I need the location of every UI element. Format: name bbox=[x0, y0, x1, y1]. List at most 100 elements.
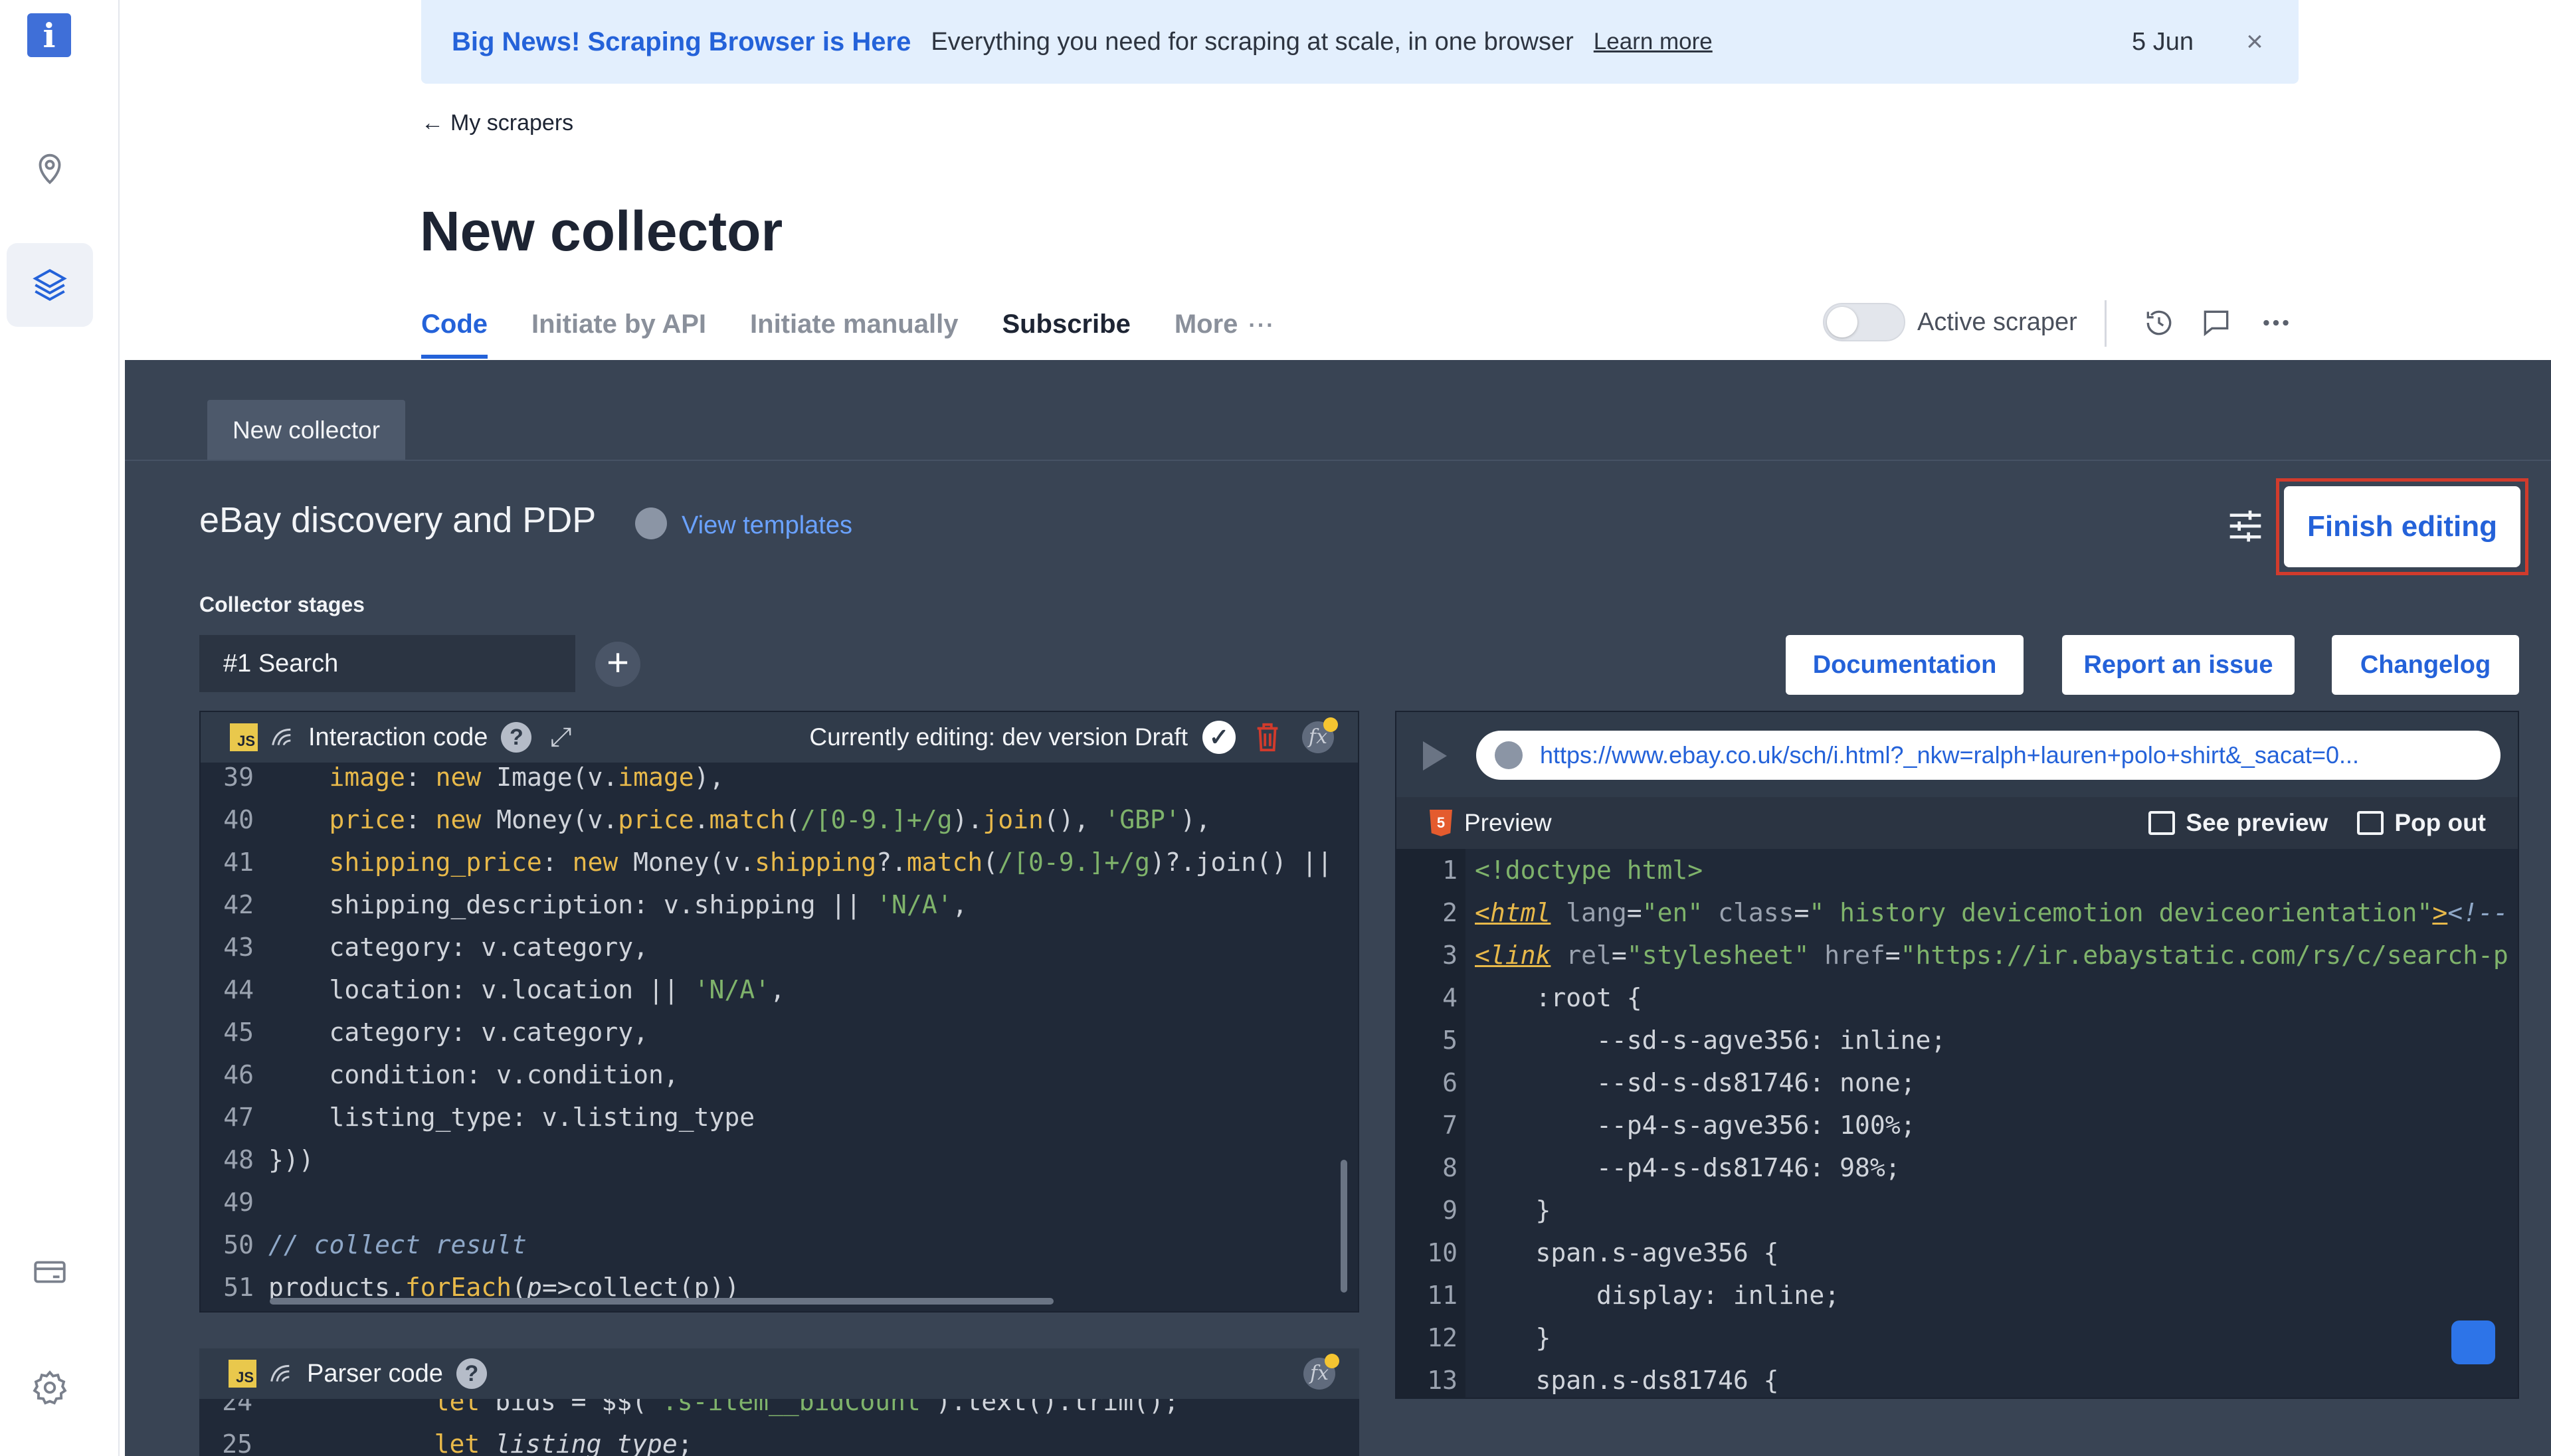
code-line: 5 --sd-s-agve356: inline; bbox=[1396, 1019, 1946, 1061]
wave-icon bbox=[270, 1364, 290, 1382]
code-line: 50 // collect result bbox=[201, 1224, 527, 1266]
info-logo-icon[interactable]: i bbox=[27, 13, 71, 57]
code-text: listing_type: v.listing_type bbox=[268, 1103, 755, 1132]
active-scraper-toggle[interactable] bbox=[1823, 303, 1905, 341]
horizontal-scrollbar[interactable] bbox=[270, 1298, 1054, 1305]
line-number: 5 bbox=[1442, 1026, 1458, 1055]
fx-icon[interactable]: fx bbox=[1302, 717, 1338, 753]
parser-code-editor[interactable]: 24 let bids = $$('.s-item__bidCount').te… bbox=[199, 1399, 1359, 1456]
interaction-code-panel: JS Interaction code ? ⤢ Currently editin… bbox=[199, 711, 1359, 1313]
help-icon[interactable]: ? bbox=[501, 722, 532, 753]
code-text: shipping_price: new Money(v.shipping?.ma… bbox=[329, 848, 1333, 877]
line-number: 9 bbox=[1442, 1196, 1458, 1225]
view-templates-link[interactable]: View templates bbox=[682, 511, 852, 540]
code-line: 47 listing_type: v.listing_type bbox=[201, 1096, 755, 1138]
line-number: 6 bbox=[1442, 1068, 1458, 1097]
url-input[interactable]: https://www.ebay.co.uk/sch/i.html?_nkw=r… bbox=[1476, 731, 2501, 780]
interaction-code-editor[interactable]: 39 image: new Image(v.image), 40 price: n… bbox=[201, 763, 1358, 1311]
tab-initiate-manually[interactable]: Initiate manually bbox=[750, 306, 958, 359]
vertical-scrollbar[interactable] bbox=[1341, 1160, 1347, 1293]
code-text: --sd-s-ds81746: none; bbox=[1475, 1068, 1916, 1097]
code-line: 46 condition: v.condition, bbox=[201, 1053, 679, 1096]
more-options-icon[interactable] bbox=[2257, 304, 2295, 341]
code-line: 11 display: inline; bbox=[1396, 1274, 1840, 1317]
code-text: } bbox=[1475, 1323, 1551, 1352]
preview-title: Preview bbox=[1464, 809, 1552, 836]
preview-html-source[interactable]: 1 <!doctype html> 2 <html lang="en" class="… bbox=[1396, 849, 2518, 1398]
collector-tab[interactable]: New collector bbox=[207, 400, 405, 461]
code-text: span.s-ds81746 { bbox=[1475, 1366, 1779, 1395]
interaction-code-title: Interaction code bbox=[308, 723, 488, 751]
line-number: 48 bbox=[223, 1145, 254, 1174]
location-pin-icon[interactable] bbox=[7, 126, 93, 210]
line-number: 45 bbox=[223, 1018, 254, 1047]
back-to-scrapers-link[interactable]: ← My scrapers bbox=[421, 110, 573, 136]
code-text: location: v.location || 'N/A', bbox=[268, 975, 785, 1004]
tab-code[interactable]: Code bbox=[421, 306, 488, 359]
header-divider bbox=[2105, 300, 2107, 347]
changelog-button[interactable]: Changelog bbox=[2332, 635, 2519, 695]
line-number: 7 bbox=[1442, 1111, 1458, 1140]
code-line: 40 price: new Money(v.price.match(/[0-9.… bbox=[201, 798, 1211, 841]
code-text: category: v.category, bbox=[268, 933, 648, 962]
line-number: 42 bbox=[223, 890, 254, 919]
line-number: 44 bbox=[223, 975, 254, 1004]
tab-subscribe[interactable]: Subscribe bbox=[1002, 306, 1130, 359]
code-text: --p4-s-ds81746: 98%; bbox=[1475, 1153, 1901, 1182]
tab-more[interactable]: More ··· bbox=[1175, 306, 1276, 359]
copy-icon[interactable] bbox=[2451, 1320, 2495, 1364]
url-value: https://www.ebay.co.uk/sch/i.html?_nkw=r… bbox=[1540, 741, 2360, 769]
line-number: 10 bbox=[1427, 1238, 1458, 1267]
left-rail: i bbox=[0, 0, 120, 1456]
code-line: 48})) bbox=[201, 1138, 314, 1181]
check-icon[interactable]: ✓ bbox=[1202, 721, 1236, 754]
parser-code-panel: JS Parser code ? fx 24 let bids = $$('.s… bbox=[199, 1348, 1359, 1456]
tab-initiate-by-api[interactable]: Initiate by API bbox=[531, 306, 706, 359]
code-line: 13 span.s-ds81746 { bbox=[1396, 1359, 1779, 1398]
line-number: 47 bbox=[223, 1103, 254, 1132]
code-line: 10 span.s-agve356 { bbox=[1396, 1231, 1778, 1274]
code-line: 1 <!doctype html> bbox=[1396, 849, 1703, 891]
line-number: 40 bbox=[223, 805, 254, 834]
settings-gear-icon[interactable] bbox=[7, 1346, 93, 1429]
play-icon[interactable] bbox=[1423, 741, 1447, 771]
report-issue-button[interactable]: Report an issue bbox=[2062, 635, 2295, 695]
line-number: 49 bbox=[223, 1188, 254, 1217]
layers-icon[interactable] bbox=[7, 243, 93, 327]
more-dots-icon: ··· bbox=[1248, 313, 1276, 338]
close-icon[interactable]: × bbox=[2241, 27, 2268, 56]
workspace-divider bbox=[125, 460, 2551, 461]
line-number: 2 bbox=[1442, 898, 1458, 927]
learn-more-link[interactable]: Learn more bbox=[1594, 29, 1713, 55]
collector-stages-label: Collector stages bbox=[199, 592, 365, 616]
code-text: } bbox=[1475, 1196, 1551, 1225]
documentation-button[interactable]: Documentation bbox=[1786, 635, 2024, 695]
fx-icon[interactable]: fx bbox=[1303, 1354, 1339, 1390]
see-preview-button[interactable]: See preview bbox=[2148, 809, 2328, 837]
line-number: 43 bbox=[223, 933, 254, 962]
image-icon bbox=[2357, 811, 2384, 835]
finish-editing-button[interactable]: Finish editing bbox=[2284, 486, 2520, 567]
pop-out-label: Pop out bbox=[2394, 809, 2486, 836]
billing-card-icon[interactable] bbox=[7, 1230, 93, 1314]
code-text: price: new Money(v.price.match(/[0-9.]+/… bbox=[329, 805, 1211, 834]
comment-icon[interactable] bbox=[2198, 304, 2235, 341]
code-text: <!doctype html> bbox=[1475, 856, 1703, 885]
settings-sliders-icon[interactable] bbox=[2227, 509, 2264, 543]
expand-icon[interactable]: ⤢ bbox=[550, 723, 579, 752]
preview-header: 5 Preview See preview Pop out bbox=[1396, 797, 2518, 849]
code-text: image: new Image(v.image), bbox=[329, 763, 725, 792]
help-icon[interactable]: ? bbox=[456, 1358, 487, 1389]
project-title: eBay discovery and PDP bbox=[199, 500, 597, 540]
compass-icon bbox=[635, 507, 667, 539]
add-stage-button[interactable]: + bbox=[595, 642, 640, 687]
tab-more-label: More bbox=[1174, 310, 1238, 339]
stage-selector[interactable]: #1 Search bbox=[199, 635, 575, 692]
history-icon[interactable] bbox=[2140, 304, 2178, 341]
code-text: <link rel="stylesheet" href="https://ir.… bbox=[1475, 941, 2508, 970]
line-number: 12 bbox=[1427, 1323, 1458, 1352]
trash-icon[interactable] bbox=[1254, 722, 1281, 753]
code-text: condition: v.condition, bbox=[268, 1060, 679, 1089]
url-bar: https://www.ebay.co.uk/sch/i.html?_nkw=r… bbox=[1396, 712, 2518, 797]
pop-out-button[interactable]: Pop out bbox=[2357, 809, 2486, 837]
